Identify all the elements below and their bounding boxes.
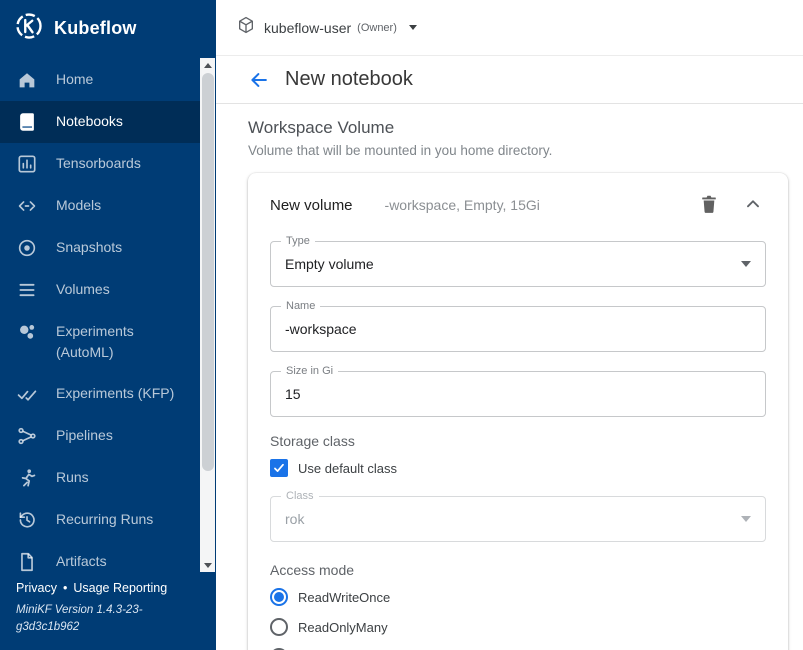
sidebar-item-label: Models xyxy=(56,195,101,216)
field-value-class: rok xyxy=(285,511,304,527)
dropdown-caret-icon xyxy=(409,25,417,30)
topbar: kubeflow-user (Owner) xyxy=(216,0,803,56)
radio-label: ReadWriteOnce xyxy=(298,590,390,605)
radio-selected-icon xyxy=(270,588,288,606)
volume-name-label: New volume xyxy=(270,197,353,214)
sidebar-item-label: Volumes xyxy=(56,279,110,300)
scroll-down-icon[interactable] xyxy=(200,558,215,572)
section-subtitle: Volume that will be mounted in you home … xyxy=(248,143,788,158)
snapshots-icon xyxy=(16,237,38,259)
sidebar-item-runs[interactable]: Runs xyxy=(0,457,200,499)
sidebar-item-tensorboards[interactable]: Tensorboards xyxy=(0,143,200,185)
use-default-class-checkbox[interactable]: Use default class xyxy=(270,459,766,477)
sidebar-item-label: Tensorboards xyxy=(56,153,141,174)
sidebar-item-notebooks[interactable]: Notebooks xyxy=(0,101,200,143)
home-icon xyxy=(16,69,38,91)
dropdown-caret-icon xyxy=(741,516,751,522)
sidebar-item-label: Experiments (KFP) xyxy=(56,383,174,404)
scrollbar-thumb[interactable] xyxy=(202,73,214,471)
experiments-kfp-icon xyxy=(16,383,38,405)
experiments-automl-icon xyxy=(16,321,38,343)
namespace-selector[interactable]: kubeflow-user (Owner) xyxy=(232,9,421,46)
radio-readonlymany[interactable]: ReadOnlyMany xyxy=(270,616,766,638)
version-text: MiniKF Version 1.4.3-23-g3d3c1b962 xyxy=(16,602,168,637)
storage-class-select: Class rok xyxy=(270,496,766,542)
sidebar-item-label: Experiments (AutoML) xyxy=(56,321,190,363)
sidebar-item-models[interactable]: Models xyxy=(0,185,200,227)
sidebar-brand[interactable]: Kubeflow xyxy=(0,0,216,56)
sidebar-item-label: Home xyxy=(56,69,93,90)
kubeflow-logo-icon xyxy=(14,11,44,46)
sidebar-item-label: Artifacts xyxy=(56,551,107,572)
radio-readwritemany[interactable]: ReadWriteMany xyxy=(270,646,766,650)
checkbox-label: Use default class xyxy=(298,461,397,476)
field-label-name: Name xyxy=(281,300,320,312)
sidebar-item-recurring-runs[interactable]: Recurring Runs xyxy=(0,499,200,541)
radio-label: ReadOnlyMany xyxy=(298,620,388,635)
volume-name-field: Name xyxy=(270,306,766,352)
sidebar-item-pipelines[interactable]: Pipelines xyxy=(0,415,200,457)
page-title: New notebook xyxy=(285,68,413,91)
scroll-up-icon[interactable] xyxy=(200,58,215,72)
app-window: Kubeflow Home Notebooks Tensorboards xyxy=(0,0,803,650)
field-label-class: Class xyxy=(281,490,319,502)
back-arrow-icon[interactable] xyxy=(248,69,270,91)
volumes-icon xyxy=(16,279,38,301)
sidebar-scrollbar[interactable] xyxy=(200,58,215,572)
sidebar-item-home[interactable]: Home xyxy=(0,59,200,101)
sidebar-item-volumes[interactable]: Volumes xyxy=(0,269,200,311)
access-mode-radio-group: ReadWriteOnce ReadOnlyMany ReadWriteMany xyxy=(270,586,766,650)
recurring-runs-icon xyxy=(16,509,38,531)
volume-size-field: Size in Gi xyxy=(270,371,766,417)
main-content: Workspace Volume Volume that will be mou… xyxy=(216,104,803,650)
field-value-type: Empty volume xyxy=(285,256,374,272)
namespace-role: (Owner) xyxy=(357,22,397,34)
radio-unselected-icon xyxy=(270,618,288,636)
sidebar-item-label: Recurring Runs xyxy=(56,509,153,530)
pipelines-icon xyxy=(16,425,38,447)
privacy-link[interactable]: Privacy xyxy=(16,581,57,595)
field-label-size: Size in Gi xyxy=(281,365,338,377)
sidebar-item-label: Snapshots xyxy=(56,237,122,258)
sidebar-item-label: Runs xyxy=(56,467,89,488)
field-label-type: Type xyxy=(281,235,315,247)
sidebar-item-label: Notebooks xyxy=(56,111,123,132)
sidebar-nav: Home Notebooks Tensorboards Models xyxy=(0,59,200,583)
page-header: New notebook xyxy=(216,56,803,104)
checkbox-checked-icon xyxy=(270,459,288,477)
workspace-volume-card: New volume -workspace, Empty, 15Gi Type … xyxy=(248,173,788,650)
dropdown-caret-icon xyxy=(741,261,751,267)
runs-icon xyxy=(16,467,38,489)
sidebar: Kubeflow Home Notebooks Tensorboards xyxy=(0,0,216,650)
delete-volume-button[interactable] xyxy=(698,193,722,217)
sidebar-item-snapshots[interactable]: Snapshots xyxy=(0,227,200,269)
usage-reporting-link[interactable]: Usage Reporting xyxy=(73,581,167,595)
volume-summary: -workspace, Empty, 15Gi xyxy=(385,197,540,213)
namespace-name: kubeflow-user xyxy=(264,20,351,36)
collapse-panel-icon[interactable] xyxy=(742,193,766,217)
volume-type-select[interactable]: Type Empty volume xyxy=(270,241,766,287)
access-mode-label: Access mode xyxy=(270,562,766,578)
namespace-icon xyxy=(236,15,256,40)
sidebar-item-label: Pipelines xyxy=(56,425,113,446)
section-title: Workspace Volume xyxy=(248,118,788,138)
sidebar-item-experiments-automl[interactable]: Experiments (AutoML) xyxy=(0,311,200,373)
volume-card-header: New volume -workspace, Empty, 15Gi xyxy=(270,193,766,217)
models-icon xyxy=(16,195,38,217)
footer-separator: • xyxy=(63,581,67,595)
radio-readwriteonce[interactable]: ReadWriteOnce xyxy=(270,586,766,608)
storage-class-label: Storage class xyxy=(270,433,766,449)
sidebar-item-experiments-kfp[interactable]: Experiments (KFP) xyxy=(0,373,200,415)
notebooks-icon xyxy=(16,111,38,133)
sidebar-footer: Privacy • Usage Reporting MiniKF Version… xyxy=(0,571,200,650)
volume-size-input[interactable] xyxy=(285,386,751,402)
brand-name: Kubeflow xyxy=(54,18,137,39)
tensorboards-icon xyxy=(16,153,38,175)
volume-name-input[interactable] xyxy=(285,321,751,337)
